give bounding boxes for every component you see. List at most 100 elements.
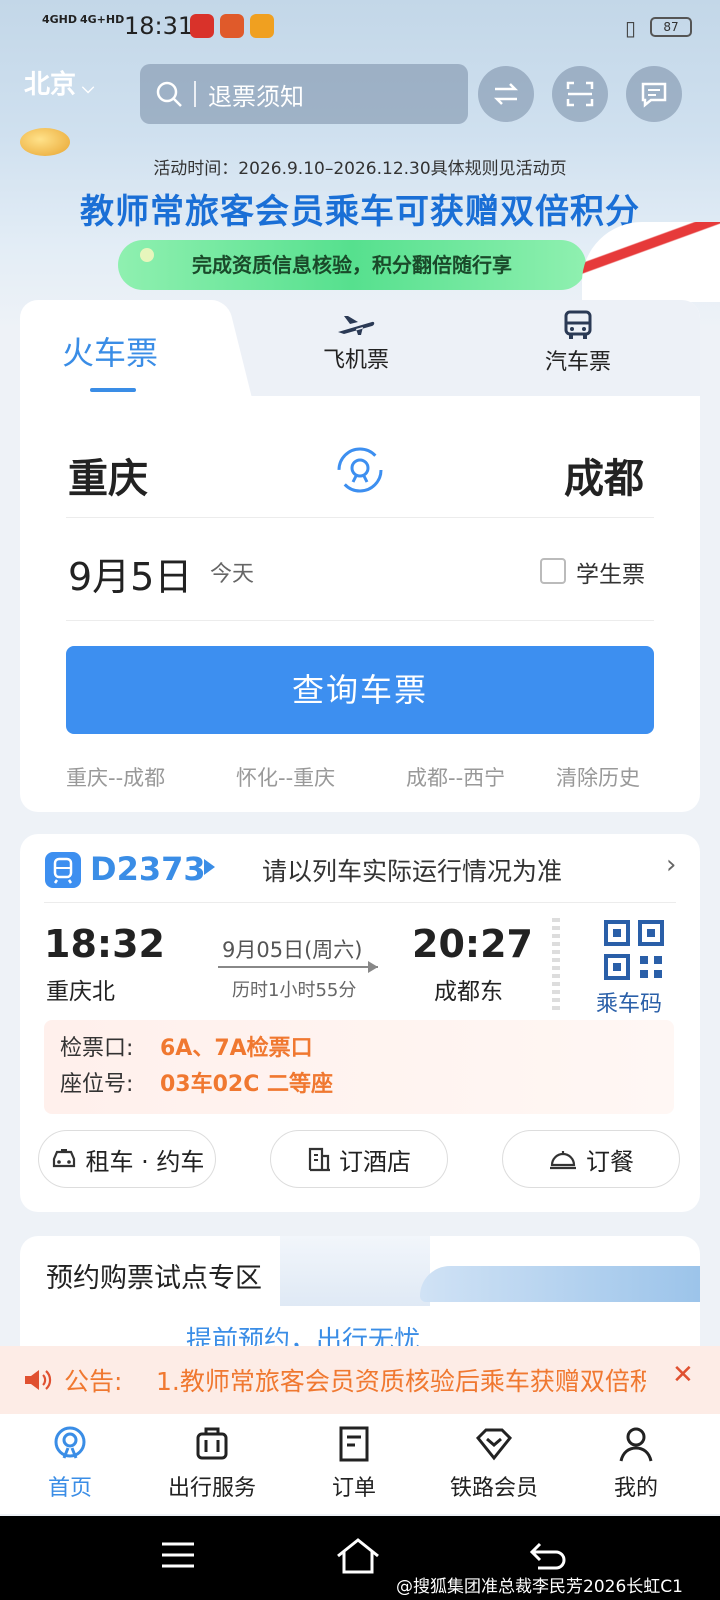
airplane-icon [338, 316, 375, 335]
prebook-title: 预约购票试点专区 [46, 1263, 262, 1294]
home-railway-icon [54, 1426, 86, 1459]
message-icon [641, 82, 667, 108]
tab-flight[interactable]: 飞机票 [318, 312, 394, 374]
departure-time: 18:32 [44, 922, 165, 966]
tab-train[interactable]: 火车票 [62, 328, 158, 374]
back-icon[interactable] [528, 1540, 568, 1572]
search-icon [156, 81, 182, 107]
watermark-text: @搜狐集团准总裁李民芳2026长虹C1 [396, 1577, 683, 1597]
history-item[interactable]: 怀化--重庆 [236, 762, 335, 792]
hotel-icon [308, 1147, 330, 1172]
arrow-line [218, 966, 378, 968]
seat-value: 03车02C 二等座 [160, 1072, 334, 1097]
home-icon[interactable] [334, 1536, 382, 1576]
nav-travel-service[interactable]: 出行服务 [152, 1424, 272, 1502]
banner-title[interactable]: 教师常旅客会员乘车可获赠双倍积分 [0, 184, 720, 233]
trip-date: 9月05日(周六) [222, 938, 363, 962]
nav-profile[interactable]: 我的 [576, 1424, 696, 1502]
status-time: 18:31 [124, 12, 194, 40]
divider [66, 620, 654, 621]
message-button[interactable] [626, 66, 682, 122]
departure-date[interactable]: 9月5日 [68, 546, 192, 601]
student-ticket-label[interactable]: 学生票 [576, 555, 645, 589]
user-icon [619, 1427, 653, 1462]
police-app-icon [190, 14, 214, 38]
clear-history-button[interactable]: 清除历史 [556, 762, 640, 792]
battery-icon: 87 [650, 17, 692, 37]
nav-railway-member[interactable]: 铁路会员 [434, 1424, 554, 1502]
banner-pill-button[interactable]: 完成资质信息核验，积分翻倍随行享 [118, 240, 586, 290]
sparkle-decoration [140, 248, 154, 262]
city-skyline-illustration [280, 1236, 430, 1306]
hotel-button[interactable]: 订酒店 [270, 1130, 448, 1188]
city-label: 北京 [24, 70, 77, 100]
from-station[interactable]: 重庆 [68, 446, 148, 504]
trip-notice: 请以列车实际运行情况为准 [262, 857, 563, 886]
chevron-down-icon: ⌵ [82, 78, 95, 97]
student-ticket-checkbox[interactable] [540, 558, 566, 584]
nav-railway-member-label: 铁路会员 [449, 1476, 538, 1501]
food-cloche-icon [550, 1151, 576, 1170]
train-number[interactable]: D2373 [90, 850, 206, 888]
day-label: 今天 [210, 562, 255, 587]
speaker-icon [25, 1370, 52, 1390]
meal-label: 订餐 [586, 1147, 634, 1176]
tab-bus[interactable]: 汽车票 [540, 310, 616, 376]
nav-profile-label: 我的 [613, 1476, 658, 1501]
arrow-head-icon [368, 961, 378, 973]
close-icon[interactable]: ✕ [672, 1360, 694, 1390]
nav-home[interactable]: 首页 [10, 1424, 130, 1502]
banner-activity-time: 活动时间：2026.9.10–2026.12.30具体规则见活动页 [153, 159, 567, 179]
qr-code-label[interactable]: 乘车码 [596, 986, 662, 1018]
search-input[interactable]: 退票须知 [208, 77, 304, 112]
car-icon [52, 1149, 75, 1168]
announcement-label: 公告: [64, 1367, 123, 1396]
tab-underline [90, 388, 136, 392]
transfer-button[interactable] [478, 66, 534, 122]
trip-duration: 历时1小时55分 [232, 980, 357, 1001]
seat-label: 座位号: [60, 1072, 134, 1097]
history-item[interactable]: 重庆--成都 [66, 762, 165, 792]
ticket-info-box [44, 1020, 674, 1114]
scan-icon [566, 81, 594, 107]
to-station[interactable]: 成都 [564, 446, 644, 504]
qr-code-icon[interactable] [604, 920, 664, 980]
nav-travel-service-label: 出行服务 [167, 1476, 256, 1501]
chevron-right-icon[interactable]: › [666, 850, 676, 880]
swap-stations-icon[interactable] [334, 444, 386, 496]
network-indicator-2: 4G+HD [80, 13, 125, 26]
network-indicator: 4GHD [42, 13, 78, 26]
vibrate-icon: ▯ [624, 16, 636, 40]
menu-icon[interactable] [160, 1540, 196, 1570]
car-rental-button[interactable]: 租车 · 约车 [38, 1130, 216, 1188]
nav-home-label: 首页 [47, 1476, 92, 1501]
nav-orders[interactable]: 订单 [294, 1424, 414, 1502]
train-illustration-small [420, 1266, 700, 1302]
gate-value: 6A、7A检票口 [160, 1036, 313, 1061]
bus-icon [564, 310, 592, 339]
play-triangle-icon [204, 859, 215, 875]
meal-button[interactable]: 订餐 [502, 1130, 680, 1188]
coin-decoration [20, 128, 70, 156]
divider [44, 902, 676, 903]
arrival-time: 20:27 [412, 922, 533, 966]
announcement-text[interactable]: 1.教师常旅客会员资质核验后乘车获赠双倍积分 [156, 1362, 646, 1398]
query-tickets-button[interactable]: 查询车票 [66, 646, 654, 734]
gate-label: 检票口: [60, 1036, 134, 1061]
tab-bus-label: 汽车票 [544, 350, 611, 375]
hotel-label: 订酒店 [339, 1147, 411, 1176]
scan-button[interactable] [552, 66, 608, 122]
arrival-station: 成都东 [434, 979, 503, 1005]
nav-orders-label: 订单 [331, 1476, 376, 1501]
search-separator [194, 81, 196, 107]
luggage-icon [196, 1427, 228, 1460]
tab-flight-label: 飞机票 [322, 348, 389, 373]
status-bar: 4GHD 4G+HD 18:31 ▯ 87 [0, 0, 720, 56]
transfer-icon [493, 83, 519, 105]
departure-station: 重庆北 [46, 979, 115, 1005]
order-document-icon [339, 1426, 369, 1462]
city-selector[interactable]: 北京 ⌵ [24, 64, 94, 101]
history-item[interactable]: 成都--西宁 [406, 762, 505, 792]
car-rental-label: 租车 · 约车 [85, 1147, 205, 1176]
search-bar[interactable]: 退票须知 [140, 64, 468, 124]
